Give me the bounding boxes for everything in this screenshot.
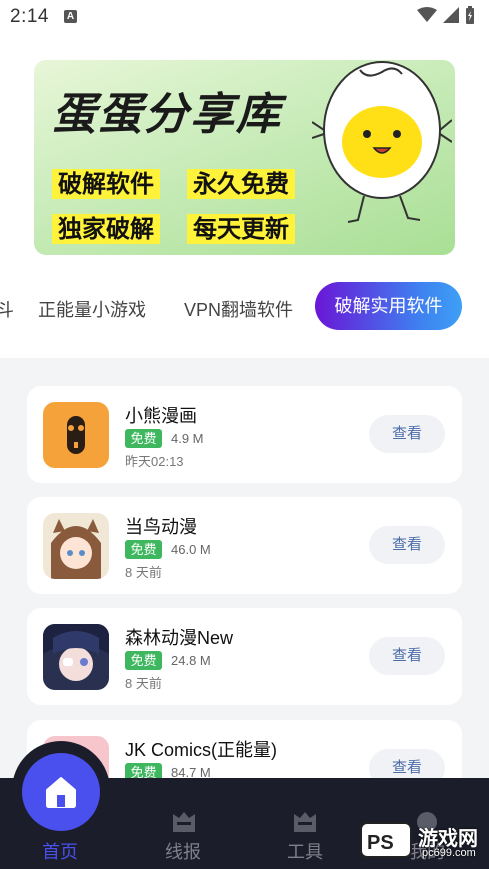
tools-icon[interactable] (292, 810, 318, 834)
tab-partial[interactable]: 斗 (0, 296, 14, 322)
nav-label-home[interactable]: 首页 (42, 838, 78, 864)
banner-tag: 破解软件 (52, 169, 160, 199)
list-item[interactable]: 当鸟动漫 免费 46.0 M 8 天前 查看 (27, 497, 462, 594)
nav-home-button[interactable] (22, 753, 100, 831)
promo-banner[interactable]: 蛋蛋分享库 破解软件 永久免费 独家破解 每天更新 (34, 60, 455, 255)
bear-comic-app-icon (43, 402, 109, 468)
list-item[interactable]: 森林动漫New 免费 24.8 M 8 天前 查看 (27, 608, 462, 705)
app-name: 当鸟动漫 (125, 517, 197, 537)
wifi-icon (417, 7, 437, 22)
app-date: 8 天前 (125, 676, 162, 691)
signal-icon (443, 7, 459, 23)
app-name: 小熊漫画 (125, 406, 197, 426)
free-badge: 免费 (125, 540, 162, 559)
app-date: 8 天前 (125, 565, 162, 580)
banner-tag: 独家破解 (52, 214, 160, 244)
svg-text:PS: PS (367, 832, 394, 854)
status-icons (417, 6, 475, 24)
app-size: 4.9 M (171, 431, 204, 446)
view-button[interactable]: 查看 (369, 526, 445, 564)
banner-tag: 每天更新 (187, 214, 295, 244)
view-button[interactable]: 查看 (369, 415, 445, 453)
banner-title: 蛋蛋分享库 (52, 89, 282, 140)
app-date: 昨天02:13 (125, 454, 184, 469)
tab-cracked-software[interactable]: 破解实用软件 (315, 282, 462, 330)
watermark-sub: pc699.com (422, 847, 476, 859)
app-name: JK Comics(正能量) (125, 740, 277, 760)
free-badge: 免费 (125, 429, 162, 448)
list-item[interactable]: 小熊漫画 免费 4.9 M 昨天02:13 查看 (27, 386, 462, 483)
app-name: 森林动漫New (125, 628, 234, 648)
status-bar: 2:14 A (0, 0, 489, 34)
free-badge: 免费 (125, 651, 162, 670)
nav-label-news[interactable]: 线报 (165, 838, 201, 864)
view-button[interactable]: 查看 (369, 637, 445, 675)
app-size: 24.8 M (171, 653, 211, 668)
news-icon[interactable] (171, 810, 197, 834)
watermark: PS 游戏网 pc699.com (360, 820, 485, 862)
nav-label-tools[interactable]: 工具 (287, 838, 323, 864)
bird-anime-app-icon (43, 513, 109, 579)
app-size: 46.0 M (171, 542, 211, 557)
banner-tag: 永久免费 (187, 169, 295, 199)
category-tabs: 斗 正能量小游戏 VPN翻墙软件 破解实用软件 (0, 282, 489, 332)
battery-icon (466, 6, 474, 24)
home-icon (46, 777, 76, 808)
tab-vpn-software[interactable]: VPN翻墙软件 (184, 296, 293, 322)
forest-anime-app-icon (43, 624, 109, 690)
tab-positive-games[interactable]: 正能量小游戏 (38, 296, 146, 322)
watermark-logo-icon: PS (360, 822, 412, 858)
status-time: 2:14 (10, 6, 49, 27)
notification-icon: A (64, 10, 77, 23)
egg-mascot-icon (312, 61, 452, 223)
